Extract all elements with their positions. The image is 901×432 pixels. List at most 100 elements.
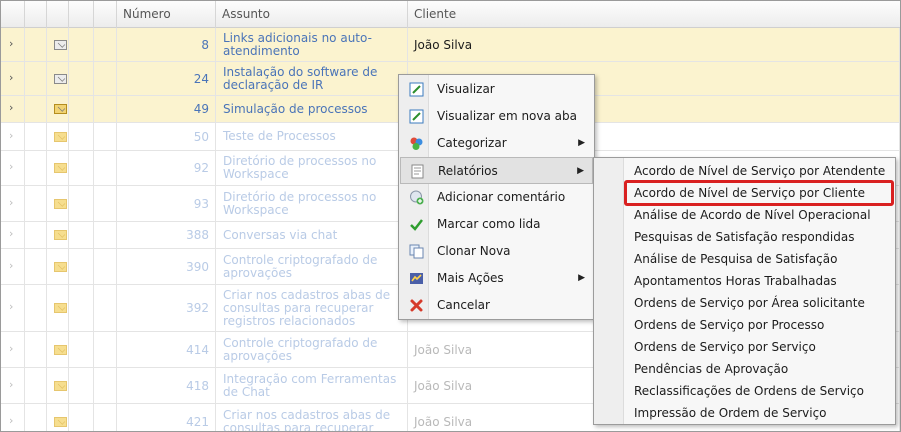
chevron-right-icon: ›	[9, 341, 14, 355]
expand-arrow[interactable]: ›	[1, 151, 25, 185]
row-subject[interactable]: Simulação de processos	[216, 96, 408, 122]
header-numero[interactable]: Número	[117, 1, 216, 28]
menu-item-label: Visualizar	[437, 82, 495, 96]
menu-item-relatorios[interactable]: Relatórios ▶	[400, 157, 593, 184]
expand-arrow[interactable]: ›	[1, 186, 25, 221]
header-cliente[interactable]: Cliente	[408, 1, 900, 28]
menu-item-visualizar-nova-aba[interactable]: Visualizar em nova aba	[400, 103, 593, 130]
row-subject[interactable]: Criar nos cadastros abas de consultas pa…	[216, 285, 408, 331]
report-item[interactable]: Acordo de Nível de Serviço por Atendente	[625, 160, 894, 182]
row-subject[interactable]: Diretório de processos no Workspace	[216, 186, 408, 221]
menu-item-label: Relatórios	[438, 164, 498, 178]
submenu-arrow-icon: ▶	[577, 166, 584, 176]
row-number[interactable]: 49	[117, 96, 216, 122]
report-item[interactable]: Pendências de Aprovação	[625, 358, 894, 380]
header-assunto[interactable]: Assunto	[216, 1, 408, 28]
row-number[interactable]: 92	[117, 151, 216, 185]
header-col4	[94, 1, 117, 28]
row-subject[interactable]: Integração com Ferramentas de Chat	[216, 368, 408, 403]
row-number[interactable]: 392	[117, 285, 216, 331]
highlight-annotation-box	[624, 180, 894, 206]
row-number[interactable]: 421	[117, 404, 216, 431]
expand-arrow[interactable]: ›	[1, 368, 25, 403]
row-number[interactable]: 414	[117, 332, 216, 367]
chevron-right-icon: ›	[9, 195, 14, 209]
chevron-right-icon: ›	[9, 70, 14, 84]
menu-item-label: Visualizar em nova aba	[437, 109, 577, 123]
menu-item-label: Adicionar comentário	[437, 190, 566, 204]
row-number[interactable]: 93	[117, 186, 216, 221]
chevron-right-icon: ›	[9, 101, 14, 114]
menu-item-marcar-lida[interactable]: Marcar como lida	[400, 211, 593, 238]
add-comment-icon	[410, 190, 424, 205]
row-subject[interactable]: Criar nos cadastros abas de consultas pa…	[216, 404, 408, 431]
report-item[interactable]: Pesquisas de Satisfação respondidas	[625, 226, 894, 248]
header-expand	[1, 1, 25, 28]
submenu-arrow-icon: ▶	[578, 273, 585, 283]
row-number[interactable]: 418	[117, 368, 216, 403]
chevron-right-icon: ›	[9, 258, 14, 272]
expand-arrow[interactable]: ›	[1, 249, 25, 284]
row-subject[interactable]: Conversas via chat	[216, 222, 408, 248]
row-subject[interactable]: Links adicionais no auto-atendimento	[216, 28, 408, 61]
check-icon	[410, 219, 423, 231]
grid-header: Número Assunto Cliente	[1, 1, 900, 28]
header-col2	[47, 1, 69, 28]
edit-icon	[409, 109, 424, 124]
report-icon	[411, 164, 424, 179]
row-number[interactable]: 24	[117, 62, 216, 95]
submenu-arrow-icon: ▶	[578, 138, 585, 148]
chevron-right-icon: ›	[9, 300, 14, 313]
row-subject[interactable]: Controle criptografado de aprovações	[216, 332, 408, 367]
expand-arrow[interactable]: ›	[1, 28, 25, 61]
menu-item-cancelar[interactable]: Cancelar	[400, 292, 593, 319]
menu-item-label: Marcar como lida	[437, 217, 541, 231]
report-item[interactable]: Reclassificações de Ordens de Serviço	[625, 380, 894, 402]
row-number[interactable]: 388	[117, 222, 216, 248]
report-item[interactable]: Análise de Pesquisa de Satisfação	[625, 248, 894, 270]
row-subject[interactable]: Controle criptografado de aprovações	[216, 249, 408, 284]
clone-icon	[409, 244, 424, 259]
report-item[interactable]: Ordens de Serviço por Processo	[625, 314, 894, 336]
report-item[interactable]: Ordens de Serviço por Área solicitante	[625, 292, 894, 314]
menu-item-adicionar-comentario[interactable]: Adicionar comentário	[400, 184, 593, 211]
row-subject[interactable]: Instalação do software de declaração de …	[216, 62, 408, 95]
chevron-right-icon: ›	[9, 413, 14, 427]
chevron-right-icon: ›	[9, 377, 14, 391]
header-col3	[69, 1, 94, 28]
menu-item-visualizar[interactable]: Visualizar	[400, 76, 593, 103]
report-item[interactable]: Impressão de Ordem de Serviço	[625, 402, 894, 424]
expand-arrow[interactable]: ›	[1, 404, 25, 431]
menu-item-label: Clonar Nova	[437, 244, 511, 258]
expand-arrow[interactable]: ›	[1, 62, 25, 95]
cancel-icon	[410, 299, 423, 312]
chevron-right-icon: ›	[9, 128, 14, 142]
menu-item-label: Categorizar	[437, 136, 507, 150]
expand-arrow[interactable]: ›	[1, 123, 25, 150]
read-status-cell	[25, 62, 67, 95]
report-item[interactable]: Análise de Acordo de Nível Operacional	[625, 204, 894, 226]
row-number[interactable]: 8	[117, 28, 216, 61]
read-status-cell	[25, 96, 67, 122]
header-icon	[25, 1, 47, 28]
expand-arrow[interactable]: ›	[1, 285, 25, 331]
color-dots-icon	[410, 137, 423, 150]
chevron-right-icon: ›	[9, 36, 14, 50]
row-number[interactable]: 390	[117, 249, 216, 284]
menu-item-mais-acoes[interactable]: Mais Ações ▶	[400, 265, 593, 292]
report-item[interactable]: Ordens de Serviço por Serviço	[625, 336, 894, 358]
row-number[interactable]: 50	[117, 123, 216, 150]
expand-arrow[interactable]: ›	[1, 222, 25, 248]
report-item[interactable]: Apontamentos Horas Trabalhadas	[625, 270, 894, 292]
chevron-right-icon: ›	[9, 227, 14, 240]
menu-item-categorizar[interactable]: Categorizar ▶	[400, 130, 593, 157]
actions-icon	[410, 273, 423, 284]
row-client: João Silva	[408, 28, 900, 61]
row-subject[interactable]: Teste de Processos	[216, 123, 408, 150]
row-subject[interactable]: Diretório de processos no Workspace	[216, 151, 408, 185]
table-row[interactable]: › 8 Links adicionais no auto-atendimento…	[1, 28, 900, 62]
read-status-cell	[25, 28, 67, 61]
expand-arrow[interactable]: ›	[1, 332, 25, 367]
expand-arrow[interactable]: ›	[1, 96, 25, 122]
menu-item-clonar-nova[interactable]: Clonar Nova	[400, 238, 593, 265]
